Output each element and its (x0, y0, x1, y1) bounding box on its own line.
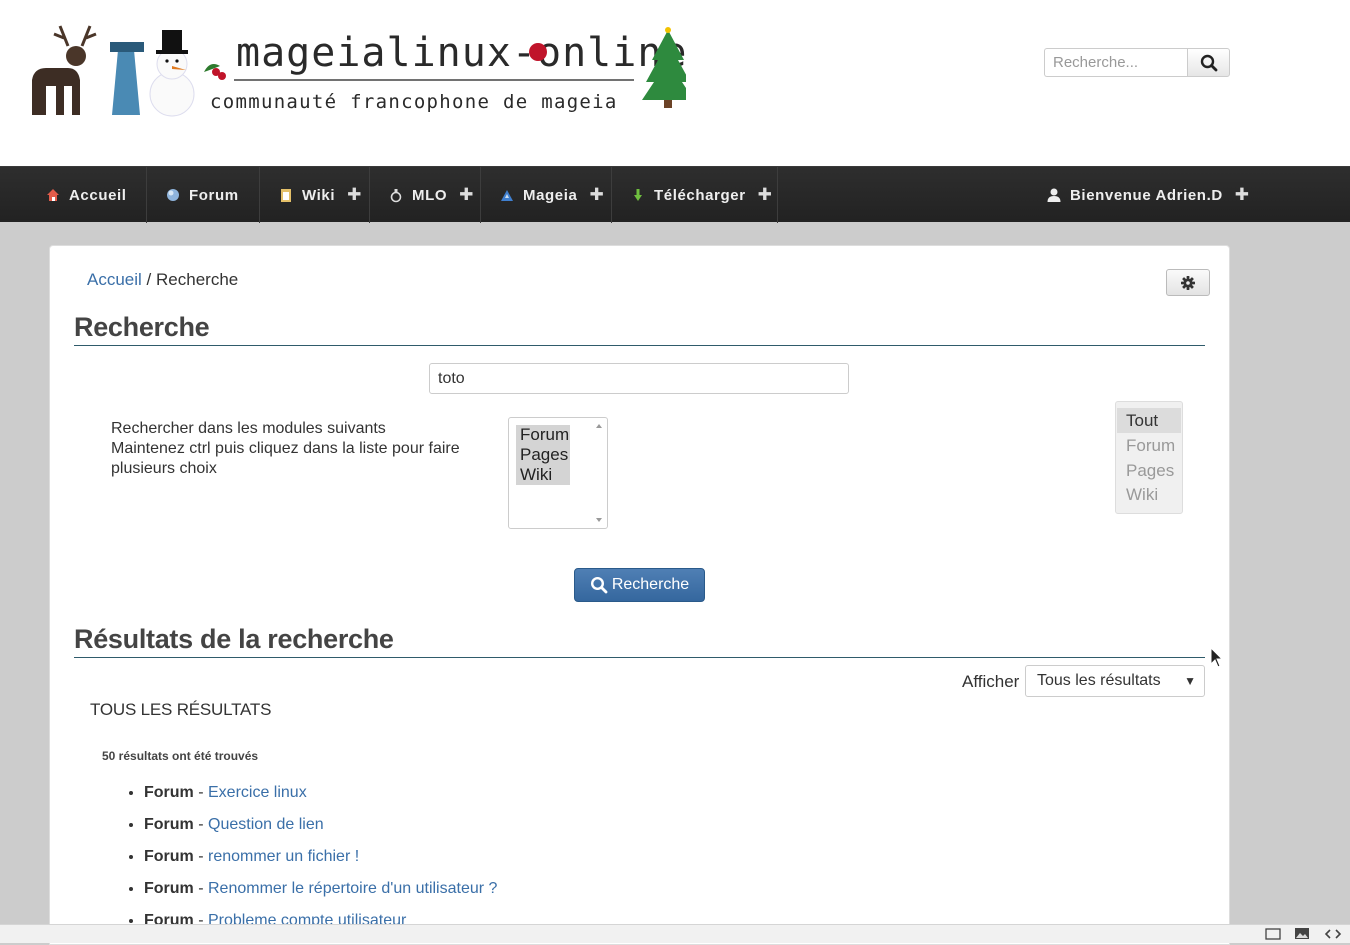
result-module: Forum (144, 848, 194, 865)
search-section-title: Recherche (74, 312, 1205, 346)
results-count: 50 résultats ont été trouvés (102, 749, 259, 763)
nav-wiki-label: Wiki (302, 186, 336, 204)
show-results-select[interactable]: Tous les résultats ▼ (1025, 665, 1205, 697)
filter-forum[interactable]: Forum (1117, 433, 1181, 458)
nav-mlo-label: MLO (412, 186, 448, 204)
result-link[interactable]: Exercice linux (208, 784, 307, 801)
site-logo[interactable]: mageialinux-online communauté francophon… (24, 20, 686, 122)
logo-subtitle: communauté francophone de mageia (210, 91, 618, 113)
modules-scrollbar[interactable] (593, 420, 605, 526)
result-item: Forum - Question de lien (144, 811, 1020, 843)
result-module: Forum (144, 784, 194, 801)
code-icon[interactable] (1324, 928, 1342, 940)
nav-mageia[interactable]: Mageia ✚ (481, 167, 612, 223)
scroll-down-icon[interactable] (596, 518, 602, 522)
all-results-heading: TOUS LES RÉSULTATS (90, 700, 272, 719)
breadcrumb-home-link[interactable]: Accueil (87, 270, 142, 289)
mouse-cursor-icon (1210, 647, 1224, 668)
search-submit-button[interactable]: Recherche (574, 568, 705, 602)
globe-icon (167, 189, 179, 201)
bauble-icon (529, 43, 547, 61)
caret-down-icon: ▼ (1184, 674, 1196, 688)
modules-help-line-1: Rechercher dans les modules suivants (111, 420, 386, 437)
breadcrumb: Accueil / Recherche (87, 270, 238, 290)
nav-download[interactable]: Télécharger ✚ (612, 167, 778, 223)
nav-wiki[interactable]: Wiki ✚ (260, 167, 370, 223)
result-item: Forum - Exercice linux (144, 779, 1020, 811)
results-section-title: Résultats de la recherche (74, 624, 1205, 658)
notepad-icon (281, 189, 291, 202)
breadcrumb-separator: / (146, 270, 152, 289)
header-search (1044, 48, 1230, 77)
search-icon (590, 576, 608, 594)
content-panel: Accueil / Recherche Recherche Rechercher… (49, 245, 1230, 945)
reindeer-icon (32, 25, 97, 115)
nav-forum[interactable]: Forum (147, 167, 260, 223)
snowman-icon (149, 30, 195, 117)
search-icon (1200, 54, 1217, 71)
home-icon (47, 189, 59, 201)
header-search-input[interactable] (1044, 48, 1187, 77)
show-results-value: Tous les résultats (1037, 672, 1161, 689)
show-label: Afficher (962, 672, 1020, 691)
plus-icon: ✚ (589, 185, 605, 204)
nav-home-label: Accueil (69, 186, 127, 204)
main-navbar: Accueil Forum Wiki ✚ MLO ✚ Mageia ✚ Télé… (0, 166, 1350, 223)
mageia-icon (501, 190, 513, 201)
result-module: Forum (144, 816, 194, 833)
plus-icon: ✚ (1234, 185, 1250, 204)
browser-status-bar (0, 924, 1350, 943)
user-icon (1047, 188, 1061, 202)
window-icon[interactable] (1265, 928, 1281, 940)
result-link[interactable]: Renommer le répertoire d'un utilisateur … (208, 880, 497, 897)
nav-mlo[interactable]: MLO ✚ (370, 167, 481, 223)
module-option-wiki[interactable]: Wiki (516, 465, 570, 485)
result-item: Forum - Renommer le répertoire d'un util… (144, 875, 1020, 907)
module-option-forum[interactable]: Forum (516, 425, 570, 445)
result-item: Forum - renommer un fichier ! (144, 843, 1020, 875)
nav-user-menu[interactable]: Bienvenue Adrien.D ✚ (1028, 167, 1258, 223)
plus-icon: ✚ (459, 185, 474, 204)
potion-icon (390, 189, 402, 203)
nav-home[interactable]: Accueil (27, 167, 147, 223)
nav-download-label: Télécharger (654, 186, 746, 204)
search-submit-label: Recherche (611, 576, 690, 593)
gear-icon (1181, 275, 1195, 290)
result-module: Forum (144, 880, 194, 897)
site-header: mageialinux-online communauté francophon… (0, 0, 1350, 166)
modules-help-line-2: Maintenez ctrl puis cliquez dans la list… (111, 440, 460, 477)
search-term-input[interactable] (429, 363, 849, 394)
breadcrumb-current: Recherche (156, 270, 239, 289)
plus-icon: ✚ (757, 185, 773, 204)
header-search-button[interactable] (1187, 48, 1230, 77)
modules-help-text: Rechercher dans les modules suivants Mai… (111, 419, 491, 479)
scroll-up-icon[interactable] (596, 424, 602, 428)
filter-pages[interactable]: Pages (1117, 458, 1181, 483)
result-link[interactable]: Question de lien (208, 816, 324, 833)
nav-mageia-label: Mageia (523, 186, 578, 204)
options-button[interactable] (1166, 269, 1210, 296)
result-link[interactable]: renommer un fichier ! (208, 848, 359, 865)
results-list: Forum - Exercice linux Forum - Question … (120, 779, 1020, 939)
nav-user-label: Bienvenue Adrien.D (1070, 186, 1223, 204)
image-icon[interactable] (1294, 927, 1310, 940)
module-option-pages[interactable]: Pages (516, 445, 570, 465)
filter-wiki[interactable]: Wiki (1117, 482, 1181, 507)
logo-title: mageialinux-online (236, 30, 686, 76)
modules-multiselect[interactable]: Forum Pages Wiki (508, 417, 608, 529)
nav-forum-label: Forum (189, 186, 239, 204)
download-icon (634, 189, 642, 201)
plus-icon: ✚ (347, 185, 362, 204)
filter-all[interactable]: Tout (1117, 408, 1181, 433)
module-filter-list: Tout Forum Pages Wiki (1115, 401, 1183, 514)
